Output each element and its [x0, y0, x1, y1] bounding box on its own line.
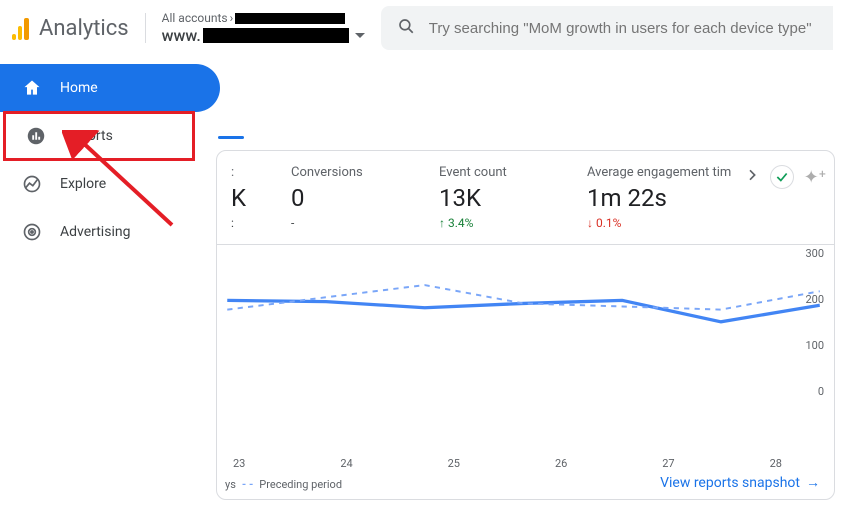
redacted-property	[203, 28, 349, 43]
nav-explore[interactable]: Explore	[0, 160, 220, 208]
x-tick: 25	[448, 457, 460, 470]
metric-label: Event count	[439, 165, 581, 180]
y-tick: 100	[805, 339, 824, 352]
chevron-right-icon: ›	[230, 11, 234, 25]
redacted-account	[235, 13, 345, 24]
x-tick: 23	[233, 457, 245, 470]
app-header: Analytics All accounts › www.	[0, 0, 845, 56]
product-logo[interactable]: Analytics	[12, 16, 129, 41]
header-divider	[145, 13, 146, 43]
legend-fragment: ys	[225, 478, 236, 491]
metric-conversions[interactable]: Conversions 0 -	[285, 165, 433, 230]
x-tick: 27	[662, 457, 674, 470]
main-content: : K : Conversions 0 - Event count 13K ↑ …	[210, 66, 839, 505]
metric-label: Conversions	[291, 165, 433, 180]
y-tick: 0	[818, 385, 824, 398]
metric-label: :	[231, 165, 285, 180]
home-icon	[22, 78, 42, 98]
account-switcher[interactable]: All accounts › www.	[162, 11, 365, 45]
accounts-label: All accounts	[162, 11, 228, 25]
explore-icon	[22, 174, 42, 194]
metric-delta: ↑ 3.4%	[439, 216, 581, 230]
search-icon	[397, 17, 415, 39]
active-tab-indicator	[218, 136, 244, 139]
metric-cutoff[interactable]: : K :	[225, 165, 285, 230]
metric-value: 13K	[439, 184, 581, 212]
arrow-right-icon: →	[806, 474, 820, 491]
nav-reports[interactable]: Reports	[4, 112, 194, 160]
x-axis: 23 24 25 26 27 28	[221, 457, 826, 470]
metric-delta: -	[291, 216, 433, 230]
metric-avg-engagement[interactable]: Average engagement tim 1m 22s ↓ 0.1%	[581, 165, 731, 230]
metric-delta: :	[231, 216, 285, 230]
metric-event-count[interactable]: Event count 13K ↑ 3.4%	[433, 165, 581, 230]
metric-label: Average engagement tim	[587, 165, 731, 180]
search-input[interactable]	[429, 20, 817, 37]
metric-value: K	[231, 184, 285, 212]
analytics-logo-icon	[12, 16, 29, 40]
view-reports-link[interactable]: View reports snapshot →	[660, 474, 820, 491]
nav-home[interactable]: Home	[0, 64, 220, 112]
nav-advertising[interactable]: Advertising	[0, 208, 220, 256]
y-tick: 300	[805, 247, 824, 260]
nav-label: Advertising	[60, 224, 130, 240]
left-nav: Home Reports Explore Advertising	[0, 56, 220, 256]
x-tick: 26	[555, 457, 567, 470]
metric-delta: ↓ 0.1%	[587, 216, 731, 230]
legend-dash-icon: - -	[242, 478, 253, 491]
search-bar[interactable]	[381, 6, 833, 50]
nav-label: Reports	[64, 128, 113, 144]
metric-value: 1m 22s	[587, 184, 731, 212]
y-tick: 200	[805, 293, 824, 306]
scroll-right-button[interactable]	[744, 167, 760, 187]
nav-label: Home	[60, 80, 98, 96]
metric-value: 0	[291, 184, 433, 212]
insights-icon[interactable]: ✦⁺	[804, 167, 826, 188]
caret-down-icon	[355, 33, 365, 38]
overview-card: : K : Conversions 0 - Event count 13K ↑ …	[216, 150, 835, 500]
data-quality-badge[interactable]	[770, 165, 794, 189]
product-name: Analytics	[39, 16, 129, 41]
x-tick: 24	[340, 457, 352, 470]
chart-svg	[221, 247, 826, 457]
metrics-row: : K : Conversions 0 - Event count 13K ↑ …	[217, 151, 834, 245]
link-label: View reports snapshot	[660, 475, 800, 491]
trend-chart: 300 200 100 0 23 24 25 26 27 28 ys - - P…	[217, 245, 834, 499]
legend-comparison: Preceding period	[259, 478, 342, 491]
advertising-icon	[22, 222, 42, 242]
property-prefix: www.	[162, 26, 201, 45]
x-tick: 28	[770, 457, 782, 470]
nav-label: Explore	[60, 176, 106, 192]
reports-icon	[26, 126, 46, 146]
